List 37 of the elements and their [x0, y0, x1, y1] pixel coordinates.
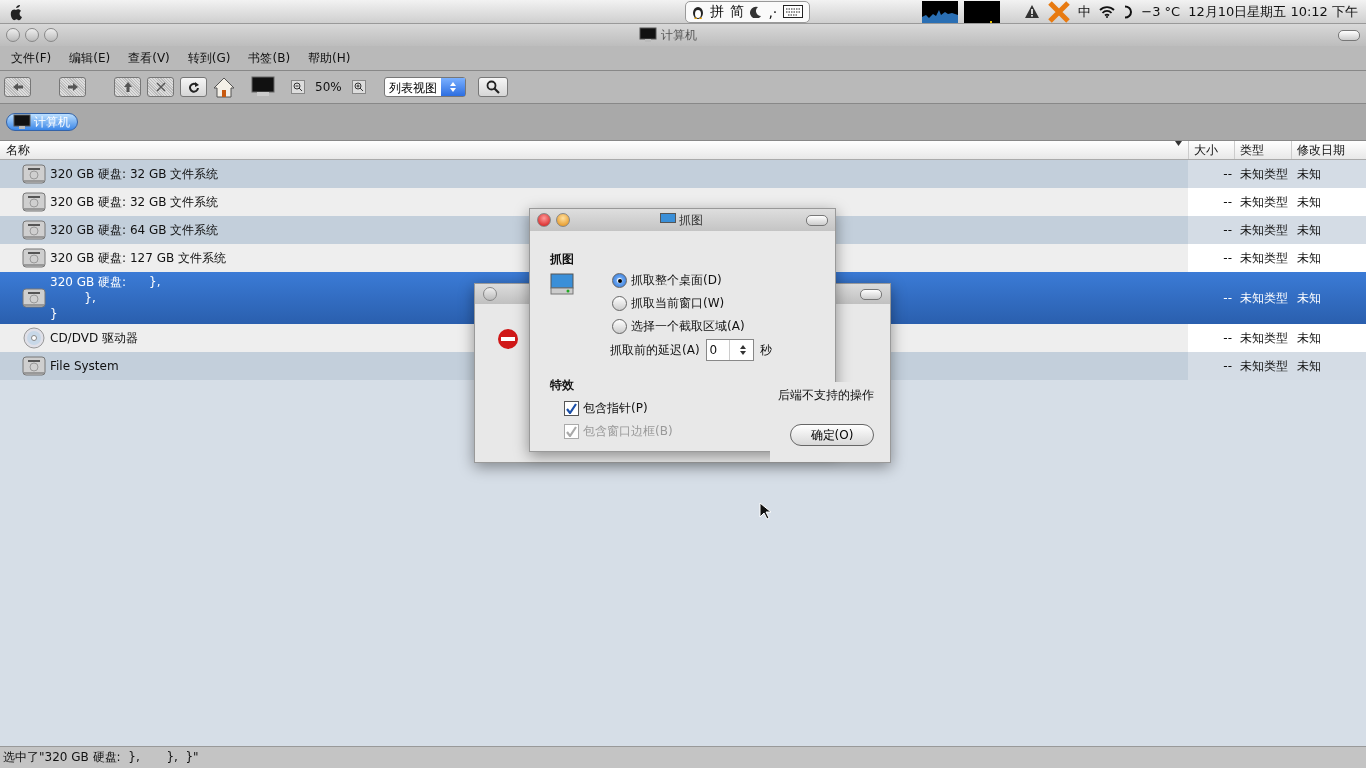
- size-cell-text: --: [1222, 291, 1233, 305]
- size-cell-text: --: [1222, 195, 1233, 209]
- status-bar: 选中了"320 GB 硬盘: }, }, }": [0, 746, 1366, 768]
- type-cell-text: 未知类型: [1239, 193, 1289, 211]
- modified-cell-text: 未知: [1296, 221, 1322, 239]
- type-cell-text: 未知类型: [1239, 357, 1289, 375]
- type-cell-text: 未知类型: [1239, 289, 1289, 307]
- size-cell-text: --: [1222, 331, 1233, 345]
- column-header-label: 名称: [6, 142, 30, 159]
- error-message: 后端不支持的操作: [778, 387, 874, 404]
- modified-cell-text: 未知: [1296, 249, 1322, 267]
- type-cell-text: 未知类型: [1239, 329, 1289, 347]
- modified-cell-text: 未知: [1296, 357, 1322, 375]
- type-cell-text: 未知类型: [1239, 249, 1289, 267]
- file-name: 320 GB 硬盘: 127 GB 文件系统: [50, 250, 226, 267]
- section-heading: 特效: [550, 377, 575, 394]
- modified-cell-text: 未知: [1296, 193, 1322, 211]
- window-title: 计算机: [661, 26, 697, 44]
- zoom-level: 50%: [315, 80, 342, 94]
- field-label: 抓取前的延迟(A): [610, 341, 700, 359]
- modified-cell-text: 未知: [1296, 289, 1322, 307]
- file-name: 320 GB 硬盘: 32 GB 文件系统: [50, 194, 219, 211]
- file-name: 320 GB 硬盘: 32 GB 文件系统: [50, 166, 219, 183]
- modified-cell-text: 未知: [1296, 165, 1322, 183]
- size-cell-text: --: [1222, 223, 1233, 237]
- section-heading: 抓图: [550, 251, 575, 268]
- file-name: CD/DVD 驱动器: [50, 330, 138, 347]
- modified-cell-text: 未知: [1296, 329, 1322, 347]
- file-name: 320 GB 硬盘: 64 GB 文件系统: [50, 222, 219, 239]
- size-cell-text: --: [1222, 167, 1233, 181]
- size-cell-text: --: [1222, 359, 1233, 373]
- type-cell-text: 未知类型: [1239, 165, 1289, 183]
- unit-label: 秒: [759, 341, 772, 359]
- file-name: 320 GB 硬盘: }, }, }: [50, 274, 161, 323]
- file-name: File System: [50, 358, 119, 375]
- type-cell-text: 未知类型: [1239, 221, 1289, 239]
- size-cell-text: --: [1222, 251, 1233, 265]
